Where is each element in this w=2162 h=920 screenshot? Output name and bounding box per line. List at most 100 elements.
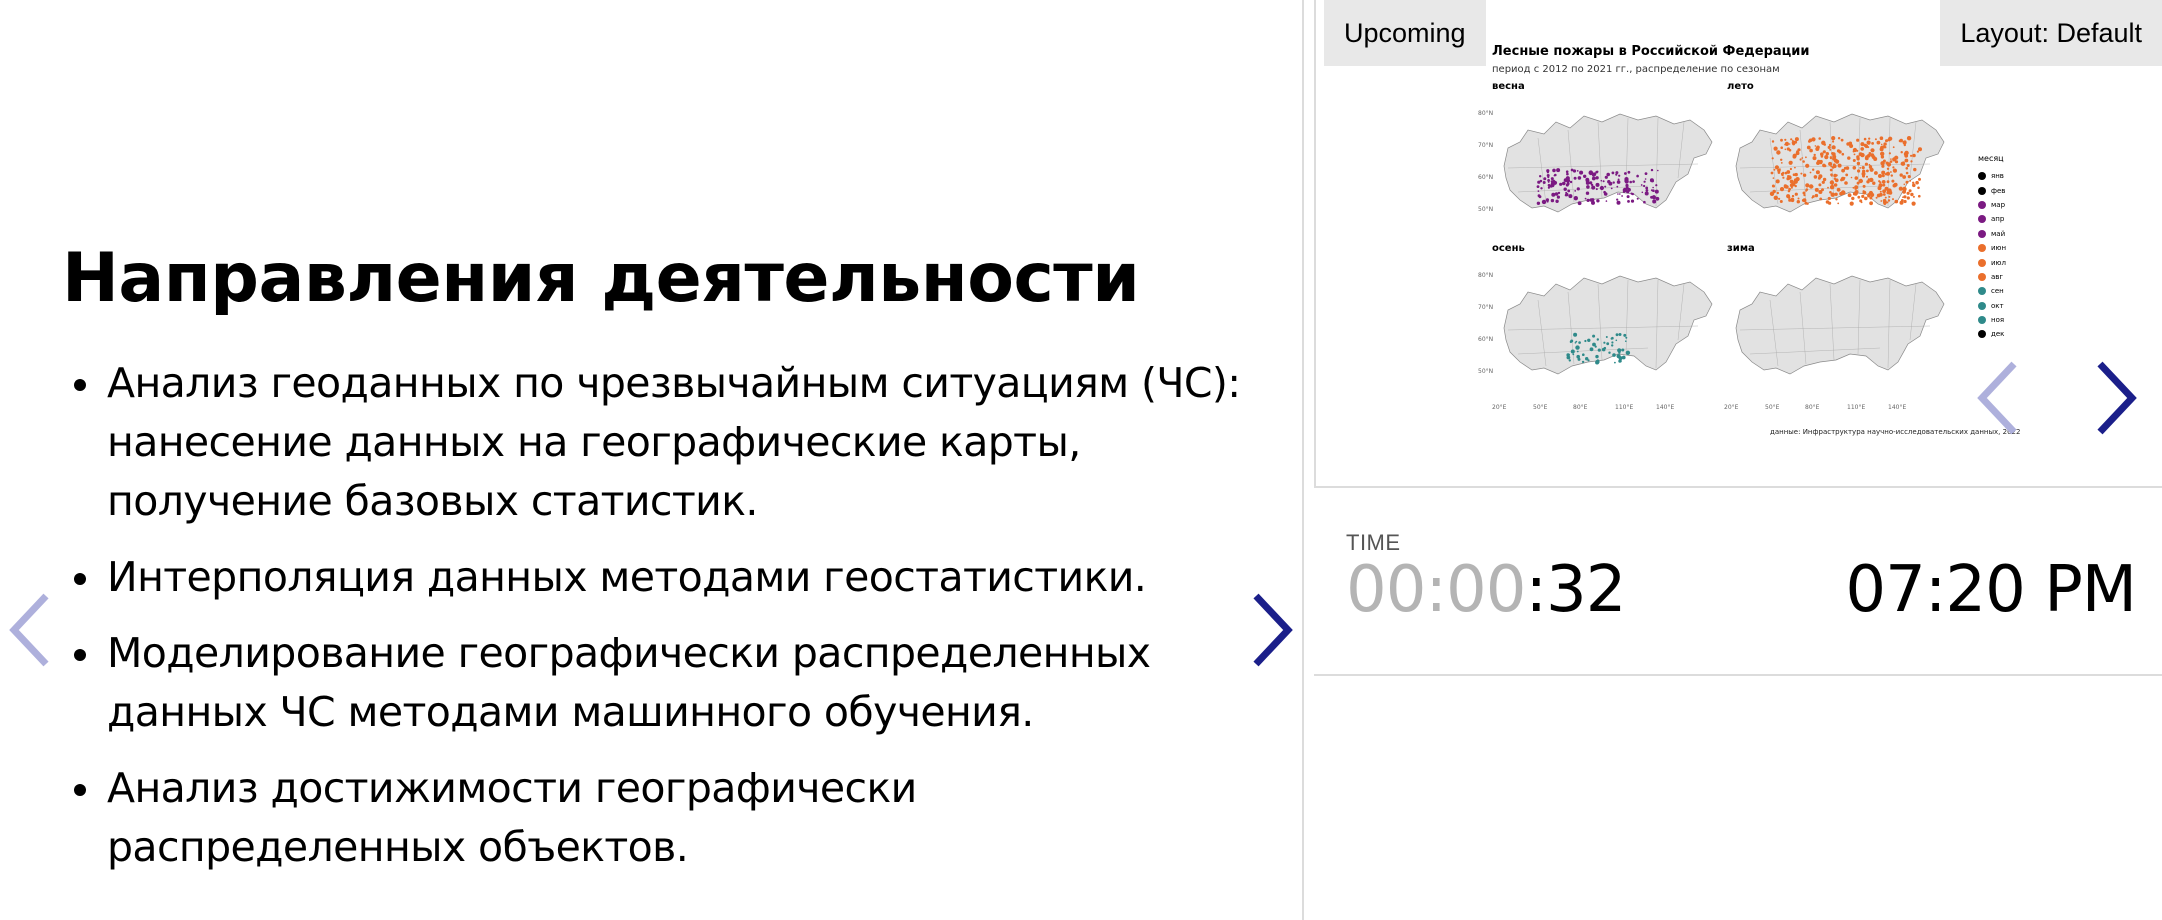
- lat-label: 70°N: [1478, 304, 1494, 311]
- map-spring: [1503, 113, 1713, 213]
- fire-dot: [1868, 152, 1872, 155]
- slide-bullet: Анализ достижимости географически распред…: [62, 759, 1262, 877]
- fire-dot: [1621, 355, 1626, 360]
- slide-bullet: Интерполяция данных методами геостатисти…: [62, 548, 1262, 607]
- fire-dot: [1833, 183, 1838, 187]
- fire-dot: [1557, 191, 1561, 195]
- fire-dot: [1630, 199, 1635, 203]
- fire-dot: [1795, 177, 1800, 182]
- fire-dot: [1824, 155, 1829, 160]
- fire-dot: [1547, 176, 1550, 179]
- fire-dot: [1870, 148, 1875, 153]
- season-label-winter: зима: [1727, 243, 1755, 254]
- fire-dot: [1537, 190, 1540, 192]
- fire-dot: [1853, 148, 1857, 152]
- fire-dot: [1624, 172, 1627, 175]
- fire-dot: [1825, 152, 1829, 156]
- fire-dot: [1800, 172, 1803, 175]
- fire-dot: [1806, 145, 1811, 150]
- legend-label: ноя: [1991, 316, 2005, 325]
- fire-dot: [1643, 184, 1646, 188]
- fire-dot: [1882, 189, 1886, 194]
- fire-dot: [1771, 157, 1774, 160]
- fire-dot: [1595, 170, 1598, 174]
- fire-dot: [1603, 341, 1606, 344]
- fire-dot: [1906, 191, 1910, 195]
- fire-dot: [1902, 161, 1905, 164]
- fire-dot: [1891, 179, 1895, 183]
- fire-dot: [1892, 198, 1894, 201]
- fire-dot: [1788, 187, 1791, 191]
- fire-dot: [1886, 171, 1890, 176]
- fire-dot: [1825, 200, 1830, 204]
- fire-dot: [1555, 199, 1559, 203]
- fire-dot: [1568, 194, 1573, 199]
- fire-dot: [1536, 185, 1540, 188]
- layout-selector-button[interactable]: Layout: Default: [1940, 0, 2162, 66]
- fire-dot: [1882, 198, 1887, 203]
- fire-dot: [1605, 336, 1608, 338]
- fire-dot: [1644, 178, 1647, 180]
- fire-dot: [1881, 170, 1886, 175]
- fire-dot: [1893, 182, 1898, 187]
- legend-label: окт: [1991, 301, 2004, 310]
- fire-dot: [1626, 195, 1630, 199]
- fire-dot: [1653, 199, 1656, 202]
- fire-dot: [1797, 197, 1800, 200]
- legend-rows: янв фев мар апр май июн июл авг сен окт ноя дек: [1978, 169, 2006, 342]
- fire-dot: [1878, 174, 1882, 178]
- upcoming-next-button[interactable]: [2094, 360, 2138, 436]
- fire-dot: [1812, 168, 1815, 171]
- fire-dot: [1595, 176, 1599, 180]
- fire-dot: [1556, 168, 1561, 173]
- lat-label: 80°N: [1478, 272, 1494, 279]
- fire-dot: [1829, 185, 1835, 190]
- upcoming-figure: Лесные пожары в Российской Федерации пер…: [1478, 36, 2020, 442]
- fire-dot: [1572, 353, 1575, 356]
- prev-slide-button[interactable]: [8, 592, 52, 668]
- upcoming-prev-button[interactable]: [1976, 360, 2020, 436]
- fire-dot: [1610, 182, 1613, 184]
- chevron-right-icon: [2097, 361, 2137, 435]
- chevron-left-icon: [1977, 361, 2017, 435]
- fire-dot: [1829, 180, 1835, 185]
- fire-dot: [1864, 156, 1868, 160]
- fire-dot: [1597, 348, 1601, 352]
- fire-dot: [1910, 154, 1913, 157]
- fire-dot: [1869, 196, 1873, 200]
- fire-dot: [1861, 194, 1865, 198]
- fire-dot: [1792, 139, 1794, 142]
- fire-dot: [1862, 184, 1866, 188]
- lat-label: 80°N: [1478, 110, 1494, 117]
- fire-dot: [1822, 177, 1827, 182]
- fire-dot: [1805, 163, 1810, 168]
- fire-dot: [1850, 176, 1853, 179]
- fire-dot: [1854, 176, 1859, 180]
- fire-dot: [1814, 187, 1819, 192]
- fire-dot: [1880, 155, 1885, 159]
- fire-dot: [1830, 173, 1833, 176]
- lat-label: 50°N: [1478, 206, 1494, 213]
- fire-dot: [1853, 153, 1856, 156]
- fire-dot: [1814, 145, 1817, 147]
- elapsed-timer[interactable]: 00:00:32: [1346, 552, 1626, 629]
- fire-dot: [1827, 196, 1831, 201]
- legend-swatch: [1978, 258, 1986, 267]
- fire-dot: [1542, 181, 1546, 184]
- fire-dot: [1627, 187, 1631, 192]
- fire-dot: [1770, 171, 1774, 175]
- fire-dot: [1835, 160, 1839, 164]
- legend-label: янв: [1991, 172, 2004, 181]
- fire-dot: [1577, 176, 1582, 180]
- fire-dot: [1903, 183, 1906, 186]
- fire-dot: [1905, 180, 1909, 184]
- fire-dot: [1864, 196, 1868, 201]
- fire-dot: [1623, 333, 1627, 337]
- fire-dot: [1784, 148, 1787, 151]
- next-slide-button[interactable]: [1250, 592, 1294, 668]
- fire-dot: [1784, 143, 1786, 146]
- fire-dot: [1618, 351, 1621, 354]
- fire-dot: [1894, 155, 1899, 160]
- fire-dot: [1563, 187, 1567, 191]
- fire-dot: [1789, 179, 1794, 184]
